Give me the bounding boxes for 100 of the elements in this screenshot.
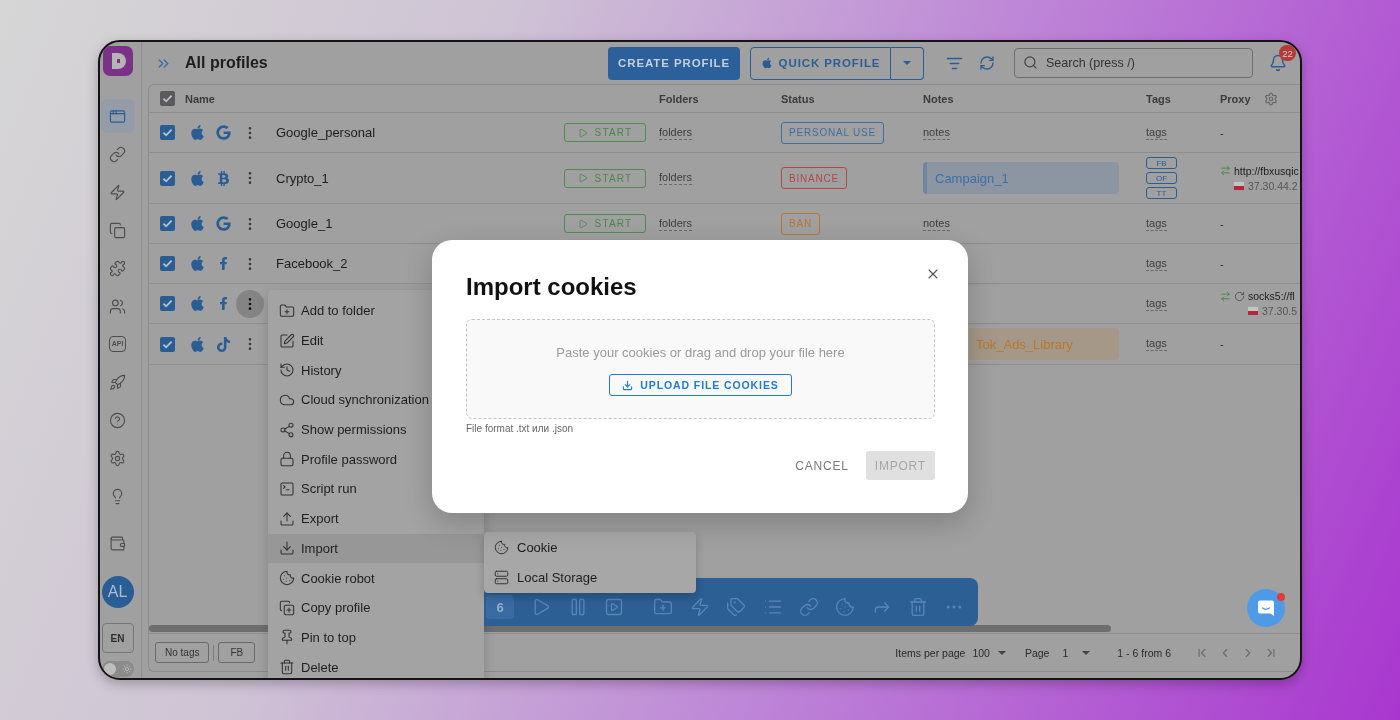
proxy-text: - bbox=[1220, 126, 1224, 139]
play-icon bbox=[577, 127, 588, 138]
chat-button[interactable] bbox=[1247, 589, 1285, 627]
notes-link[interactable]: notes bbox=[923, 216, 950, 231]
chat-icon bbox=[1257, 599, 1275, 617]
items-per-page-select[interactable]: 100 bbox=[972, 646, 1006, 659]
sidebar-item[interactable] bbox=[100, 99, 135, 133]
drop-zone[interactable]: Paste your cookies or drag and drop your file here UPLOAD FILE COOKIES bbox=[466, 319, 935, 419]
row-menu-button[interactable] bbox=[236, 289, 264, 318]
tags-link[interactable]: tags bbox=[1146, 296, 1167, 311]
settings-icon[interactable] bbox=[1264, 91, 1278, 106]
history-icon bbox=[279, 362, 295, 379]
tiktok-icon bbox=[215, 336, 231, 352]
create-profile-button[interactable]: CREATE PROFILE bbox=[608, 46, 740, 80]
profile-name: Crypto_1 bbox=[276, 170, 329, 186]
column-header: Proxy bbox=[1220, 92, 1251, 105]
checkbox[interactable] bbox=[160, 125, 175, 140]
tag-filter-chip[interactable]: FB bbox=[218, 642, 256, 663]
tags-icon[interactable] bbox=[726, 597, 747, 617]
quick-profile-dropdown-button[interactable] bbox=[891, 46, 924, 80]
menu-item[interactable]: Local Storage bbox=[484, 562, 598, 593]
checkbox[interactable] bbox=[160, 296, 175, 311]
google-icon bbox=[215, 216, 231, 231]
folder-plus-icon[interactable] bbox=[653, 597, 674, 617]
page-select[interactable]: 1 bbox=[1062, 646, 1091, 659]
notes-link[interactable]: notes bbox=[923, 125, 950, 140]
checkbox[interactable] bbox=[160, 216, 175, 231]
terminal-icon bbox=[279, 480, 295, 497]
menu-item[interactable]: Cloud synchronization bbox=[268, 385, 429, 415]
status-tag: BINANCE bbox=[781, 167, 848, 189]
tags-link[interactable]: tags bbox=[1146, 125, 1167, 140]
users-icon bbox=[109, 297, 126, 315]
profile-name: Google_1 bbox=[276, 216, 333, 231]
tags-link[interactable]: tags bbox=[1146, 337, 1167, 351]
language-button[interactable]: EN bbox=[101, 623, 134, 653]
tags-link[interactable]: tags bbox=[1146, 256, 1167, 271]
copy-icon bbox=[109, 221, 126, 239]
proxy-url: socks5://fl bbox=[1248, 290, 1296, 302]
checkbox[interactable] bbox=[160, 336, 175, 352]
menu-item[interactable]: Import bbox=[268, 533, 484, 564]
checkbox[interactable] bbox=[160, 170, 175, 186]
swap-arrows-icon bbox=[1220, 290, 1231, 302]
status-tag: PERSONAL USE bbox=[781, 121, 885, 144]
apple-icon bbox=[188, 255, 206, 272]
folders-link[interactable]: folders bbox=[659, 125, 693, 140]
search-icon bbox=[1023, 55, 1038, 70]
share-icon bbox=[279, 421, 295, 438]
link-icon[interactable] bbox=[798, 597, 819, 617]
menu-item[interactable]: Cookie bbox=[484, 533, 558, 563]
storage-icon bbox=[494, 570, 509, 586]
menu-item[interactable]: Delete bbox=[268, 652, 339, 678]
menu-item[interactable]: Cookie robot bbox=[268, 563, 375, 593]
edit-icon bbox=[279, 332, 295, 349]
cookie-icon bbox=[279, 570, 295, 587]
menu-item[interactable]: Export bbox=[268, 503, 339, 534]
rocket-icon bbox=[109, 373, 126, 391]
tag-filter-chip[interactable]: No tags bbox=[155, 642, 210, 663]
flag-icon bbox=[1248, 307, 1258, 315]
quick-profile-button[interactable]: QUICK PROFILE bbox=[750, 46, 891, 80]
folders-link[interactable]: folders bbox=[659, 216, 693, 231]
menu-item[interactable]: History bbox=[268, 355, 342, 386]
apple-icon bbox=[188, 169, 206, 187]
search-field[interactable]: Search (press /) bbox=[1014, 48, 1253, 78]
menu-item[interactable]: Pin to top bbox=[268, 622, 356, 653]
column-header: Name bbox=[185, 92, 215, 105]
help-icon bbox=[109, 411, 126, 429]
proxy-text: - bbox=[1220, 257, 1224, 270]
column-header: Folders bbox=[659, 92, 699, 105]
checkbox[interactable] bbox=[160, 91, 175, 106]
lightning-icon[interactable] bbox=[689, 597, 710, 617]
checkbox[interactable] bbox=[160, 256, 175, 271]
link-icon bbox=[109, 145, 126, 163]
folder-plus-icon bbox=[279, 302, 295, 319]
page-title: All profiles bbox=[185, 54, 268, 72]
caret-down-icon bbox=[903, 61, 911, 65]
note-label: Campaign_1 bbox=[923, 162, 1119, 194]
lock-icon bbox=[279, 451, 295, 468]
cancel-button[interactable]: CANCEL bbox=[786, 451, 858, 480]
trash-icon[interactable] bbox=[908, 597, 929, 617]
upload-button[interactable]: UPLOAD FILE COOKIES bbox=[609, 374, 792, 396]
menu-item[interactable]: Edit bbox=[268, 325, 324, 356]
user-avatar[interactable]: AL bbox=[101, 576, 134, 608]
video-icon[interactable] bbox=[603, 597, 624, 617]
play-icon bbox=[577, 173, 588, 183]
menu-item[interactable]: Copy profile bbox=[268, 592, 371, 623]
tags-link[interactable]: tags bbox=[1146, 216, 1167, 231]
theme-toggle[interactable] bbox=[101, 661, 134, 677]
menu-item[interactable]: Add to folder bbox=[268, 296, 375, 326]
menu-item[interactable]: Script run bbox=[268, 474, 357, 504]
apple-icon bbox=[188, 295, 206, 312]
status-tag: BAN bbox=[781, 212, 820, 235]
menu-item[interactable]: Profile password bbox=[268, 444, 398, 475]
pin-icon bbox=[279, 629, 295, 646]
apple-icon bbox=[760, 57, 773, 69]
folders-link[interactable]: folders bbox=[659, 171, 693, 185]
cookie-icon[interactable] bbox=[835, 597, 856, 617]
refresh-icon[interactable] bbox=[979, 55, 995, 71]
profile-name: Google_personal bbox=[276, 125, 376, 140]
note-label: Tok_Ads_Library bbox=[969, 328, 1119, 360]
menu-item[interactable]: Show permissions bbox=[268, 414, 407, 445]
